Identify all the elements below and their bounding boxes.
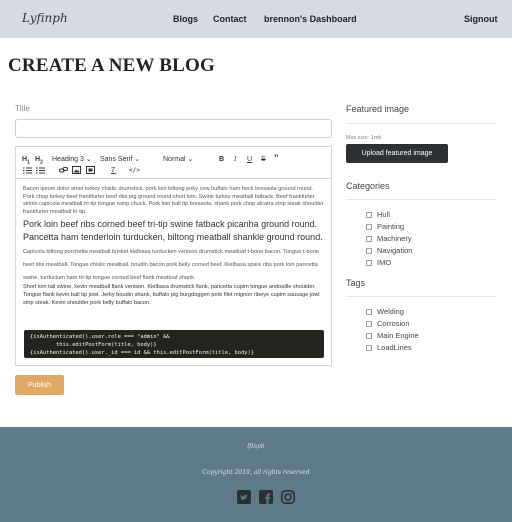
checkbox[interactable]: [366, 223, 372, 230]
nav-link-dashboard[interactable]: brennon's Dashboard: [264, 14, 357, 24]
chevron-down-icon: ⌄: [187, 156, 194, 163]
brand-logo[interactable]: Lyfinph: [22, 11, 68, 25]
editor-inline-text: Capicola biltong porchetta meatball bris…: [23, 249, 319, 282]
facebook-icon[interactable]: [259, 490, 273, 504]
category-hull[interactable]: Hull: [366, 210, 390, 219]
ordered-list-icon[interactable]: [23, 167, 32, 174]
checkbox[interactable]: [366, 308, 372, 315]
navbar: Lyfinph Blogs Contact brennon's Dashboar…: [0, 0, 512, 38]
category-machinery[interactable]: Machinery: [366, 234, 412, 243]
tag-corrosion[interactable]: Corrosion: [366, 319, 410, 328]
category-label: Hull: [377, 210, 390, 219]
category-label: Machinery: [377, 234, 412, 243]
tag-loadlines[interactable]: LoadLines: [366, 343, 412, 352]
page-title: CREATE A NEW BLOG: [8, 55, 216, 76]
instagram-icon[interactable]: [281, 490, 295, 504]
strike-icon[interactable]: S: [261, 155, 266, 164]
clear-format-icon[interactable]: Tx: [111, 166, 117, 177]
category-label: Painting: [377, 222, 405, 231]
category-navigation[interactable]: Navigation: [366, 246, 412, 255]
code-block: {isAuthenticated().user.role === "admin"…: [24, 330, 324, 358]
twitter-icon[interactable]: [237, 490, 251, 504]
publish-button[interactable]: Publish: [15, 375, 64, 395]
code-icon[interactable]: </>: [129, 166, 140, 175]
title-label: Title: [15, 104, 30, 113]
h1-icon[interactable]: H1: [22, 155, 30, 167]
video-icon[interactable]: [86, 166, 95, 174]
chevron-down-icon: ⌄: [134, 156, 141, 163]
code-line: this.editPostForm(title, body)}: [30, 342, 157, 348]
upload-featured-image-button[interactable]: Upload featured image: [346, 144, 448, 163]
h2-icon[interactable]: H2: [35, 155, 43, 167]
footer-brand: lfinph: [247, 443, 265, 450]
max-size-note: Max size: 1mb: [346, 135, 382, 141]
category-label: IMO: [377, 258, 392, 267]
footer-copyright: Copyright 2019, all rights reserved: [202, 469, 310, 476]
category-imo[interactable]: IMO: [366, 258, 391, 267]
heading-select[interactable]: Heading 3 ⌄: [52, 155, 92, 164]
checkbox[interactable]: [366, 320, 372, 327]
checkbox[interactable]: [366, 259, 372, 266]
font-select[interactable]: Sans Serif ⌄: [100, 155, 140, 164]
link-icon[interactable]: [59, 166, 68, 174]
editor-paragraph-large: Pork loin beef ribs corned beef tri-tip …: [23, 218, 326, 283]
font-select-value: Sans Serif: [100, 156, 133, 163]
nav-link-blogs[interactable]: Blogs: [173, 14, 198, 24]
quote-icon[interactable]: ”: [274, 154, 279, 163]
tag-welding[interactable]: Welding: [366, 307, 404, 316]
category-label: Navigation: [377, 246, 413, 255]
rich-text-editor[interactable]: H1 H2 Heading 3 ⌄ Sans Serif ⌄ Normal ⌄ …: [15, 146, 332, 366]
tag-label: Corrosion: [377, 319, 410, 328]
tag-label: Welding: [377, 307, 404, 316]
tags-heading: Tags: [346, 278, 366, 288]
image-icon[interactable]: [72, 166, 81, 174]
checkbox[interactable]: [366, 211, 372, 218]
nav-link-signout[interactable]: Signout: [464, 14, 498, 24]
checkbox[interactable]: [366, 344, 372, 351]
category-painting[interactable]: Painting: [366, 222, 404, 231]
size-select-value: Normal: [163, 156, 186, 163]
checkbox[interactable]: [366, 247, 372, 254]
nav-link-contact[interactable]: Contact: [213, 14, 247, 24]
tag-main-engine[interactable]: Main Engine: [366, 331, 419, 340]
tag-label: LoadLines: [377, 343, 412, 352]
editor-content[interactable]: Bacon ipsum dolor amet turkey chislic dr…: [23, 186, 326, 307]
heading-select-value: Heading 3: [52, 156, 84, 163]
italic-icon[interactable]: I: [234, 155, 236, 164]
bullet-list-icon[interactable]: [36, 167, 45, 174]
divider: [346, 123, 496, 124]
title-input[interactable]: [15, 119, 332, 138]
categories-heading: Categories: [346, 181, 390, 191]
divider: [346, 296, 496, 297]
editor-paragraph: Bacon ipsum dolor amet turkey chislic dr…: [23, 186, 324, 215]
editor-heading-text: Pork loin beef ribs corned beef tri-tip …: [23, 219, 323, 243]
underline-icon[interactable]: U: [247, 155, 252, 164]
editor-toolbar: H1 H2 Heading 3 ⌄ Sans Serif ⌄ Normal ⌄ …: [16, 147, 331, 179]
code-line: {isAuthenticated().user.role === "admin"…: [30, 334, 170, 340]
divider: [346, 199, 496, 200]
chevron-down-icon: ⌄: [85, 156, 92, 163]
checkbox[interactable]: [366, 332, 372, 339]
code-line: {isAuthenticated().user._id === id && th…: [30, 350, 254, 356]
size-select[interactable]: Normal ⌄: [163, 155, 193, 164]
editor-paragraph: Short loin tail swine, kevin meatball fl…: [23, 284, 320, 306]
featured-image-heading: Featured image: [346, 104, 410, 114]
tag-label: Main Engine: [377, 331, 419, 340]
footer: lfinph Copyright 2019, all rights reserv…: [0, 427, 512, 522]
bold-icon[interactable]: B: [219, 155, 224, 164]
checkbox[interactable]: [366, 235, 372, 242]
